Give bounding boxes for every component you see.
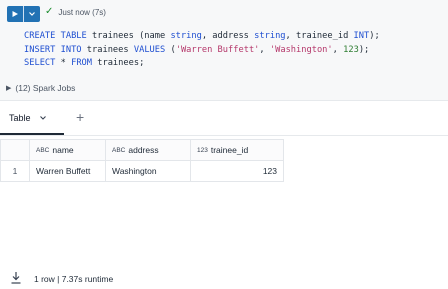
string-type-icon: ABC: [112, 147, 126, 154]
code-token: 'Warren Buffett': [175, 44, 260, 55]
run-cell-button[interactable]: [7, 6, 23, 22]
cell-status-text: Just now (7s): [58, 7, 106, 17]
results-table: ABC name ABC address 123 trainee_id 1 Warre…: [0, 139, 284, 182]
code-token: trainees;: [92, 58, 145, 68]
column-header-label: trainee_id: [210, 145, 249, 155]
code-cell: ✓ Just now (7s) CREATE TABLE trainees (n…: [0, 0, 448, 101]
code-token: INSERT INTO: [24, 44, 82, 55]
code-token: string: [170, 31, 202, 41]
code-token: string: [254, 31, 286, 41]
spark-jobs-toggle[interactable]: ▶ (12) Spark Jobs: [6, 83, 75, 93]
code-token: FROM: [71, 58, 93, 68]
code-editor[interactable]: CREATE TABLE trainees (name string, addr…: [24, 30, 380, 71]
add-visualization-button[interactable]: +: [76, 109, 84, 125]
row-index: 1: [0, 160, 30, 182]
string-type-icon: ABC: [36, 147, 50, 154]
run-options-dropdown[interactable]: [24, 6, 40, 22]
row-index-header: [0, 139, 30, 161]
code-line-3: SELECT * FROM trainees;: [24, 57, 380, 71]
code-token: , address: [201, 31, 255, 41]
result-footer: 1 row | 7.37s runtime: [0, 271, 448, 289]
integer-type-icon: 123: [197, 147, 208, 154]
check-icon: ✓: [45, 6, 54, 17]
spark-jobs-label: (12) Spark Jobs: [15, 83, 76, 93]
code-token: , trainee_id: [285, 31, 354, 41]
code-token: CREATE TABLE: [24, 31, 87, 41]
code-token: SELECT: [24, 58, 56, 68]
column-header-label: name: [52, 145, 74, 155]
code-token: trainees (name: [86, 31, 171, 41]
code-token: );: [369, 31, 380, 41]
code-token: ,: [259, 44, 270, 55]
download-icon[interactable]: [10, 271, 22, 285]
code-token: );: [358, 44, 370, 55]
code-token: VALUES: [133, 44, 166, 55]
result-tabbar: Table +: [0, 101, 448, 136]
active-tab-indicator: [0, 133, 64, 135]
cell-name[interactable]: Warren Buffett: [29, 160, 106, 182]
chevron-right-icon: ▶: [6, 85, 12, 92]
result-summary: 1 row | 7.37s runtime: [34, 274, 114, 284]
result-panel: Table + ABC name ABC address 123 trainee_id…: [0, 101, 448, 289]
code-token: ,: [332, 44, 344, 55]
code-token: *: [55, 58, 72, 68]
code-token: trainees: [81, 44, 134, 55]
code-token: INT: [353, 31, 370, 41]
code-line-2: INSERT INTO trainees VALUES ('Warren Buf…: [24, 44, 380, 58]
cell-address[interactable]: Washington: [105, 160, 191, 182]
tab-table[interactable]: Table: [9, 113, 47, 123]
chevron-down-icon[interactable]: [39, 114, 47, 122]
code-line-1: CREATE TABLE trainees (name string, addr…: [24, 30, 380, 44]
cell-status: ✓ Just now (7s): [45, 7, 106, 17]
chevron-down-icon: [29, 12, 35, 16]
code-token: 123: [343, 44, 359, 55]
column-header-name[interactable]: ABC name: [29, 139, 106, 161]
table-header-row: ABC name ABC address 123 trainee_id: [0, 139, 284, 161]
column-header-label: address: [128, 145, 159, 155]
table-row: 1 Warren Buffett Washington 123: [0, 160, 284, 182]
code-token: 'Washington': [269, 44, 333, 55]
column-header-trainee-id[interactable]: 123 trainee_id: [190, 139, 284, 161]
tab-table-label: Table: [9, 113, 31, 123]
cell-trainee-id[interactable]: 123: [190, 160, 284, 182]
run-cell-button-group[interactable]: [7, 6, 40, 22]
column-header-address[interactable]: ABC address: [105, 139, 191, 161]
play-icon: [12, 11, 18, 17]
code-token: (: [165, 44, 176, 55]
